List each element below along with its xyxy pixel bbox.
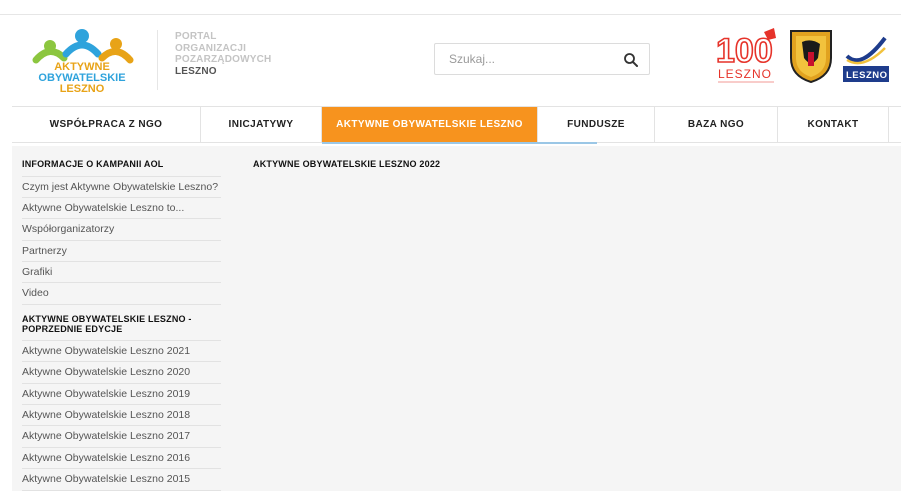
search-input[interactable] <box>449 50 609 68</box>
portal-line-4: LESZNO <box>175 65 217 77</box>
sidebar-item-edition[interactable]: Aktywne Obywatelskie Leszno 2015 <box>22 469 221 491</box>
svg-text:100: 100 <box>716 32 773 70</box>
page-title: AKTYWNE OBYWATELSKIE LESZNO 2022 <box>253 159 441 169</box>
portal-line-3: POZARZĄDOWYCH <box>175 54 272 65</box>
top-divider <box>0 14 901 15</box>
nav-item-kontakt[interactable]: KONTAKT <box>778 107 889 142</box>
sidebar-item-edition[interactable]: Aktywne Obywatelskie Leszno 2018 <box>22 405 221 427</box>
sidebar-item-edition[interactable]: Aktywne Obywatelskie Leszno 2020 <box>22 362 221 384</box>
nav-item-fundusze[interactable]: FUNDUSZE <box>538 107 655 142</box>
sidebar-item-edition[interactable]: Aktywne Obywatelskie Leszno 2019 <box>22 384 221 406</box>
header-divider <box>157 30 158 90</box>
nav-item-baza-ngo[interactable]: BAZA NGO <box>655 107 778 142</box>
leszno-region-logo-icon[interactable]: LESZNO <box>843 30 889 86</box>
sidebar: INFORMACJE O KAMPANII AOL Czym jest Akty… <box>22 155 221 491</box>
sidebar-item[interactable]: Aktywne Obywatelskie Leszno to... <box>22 198 221 220</box>
nav-item-inicjatywy[interactable]: INICJATYWY <box>201 107 322 142</box>
city-crest-icon[interactable] <box>788 28 834 84</box>
leszno-100-logo-icon[interactable]: 100 LESZNO <box>712 26 782 86</box>
sidebar-section-title-line-2: POPRZEDNIE EDYCJE <box>22 324 123 335</box>
sidebar-item[interactable]: Partnerzy <box>22 241 221 263</box>
sidebar-item[interactable]: Współorganizatorzy <box>22 219 221 241</box>
sidebar-item[interactable]: Video <box>22 283 221 305</box>
sidebar-item-edition[interactable]: Aktywne Obywatelskie Leszno 2017 <box>22 426 221 448</box>
sidebar-item[interactable]: Czym jest Aktywne Obywatelskie Leszno? <box>22 177 221 198</box>
search-box <box>434 43 650 75</box>
sidebar-section-title: INFORMACJE O KAMPANII AOL <box>22 155 221 177</box>
nav-item-wspolpraca[interactable]: WSPÓŁPRACA Z NGO <box>12 107 201 142</box>
portal-line-1: PORTAL <box>175 31 217 42</box>
main-navigation: WSPÓŁPRACA Z NGO INICJATYWY AKTYWNE OBYW… <box>12 106 901 143</box>
logo100-label: LESZNO <box>718 67 772 81</box>
sidebar-section-title-editions: AKTYWNE OBYWATELSKIE LESZNO - POPRZEDNIE… <box>22 305 221 341</box>
sidebar-item-edition[interactable]: Aktywne Obywatelskie Leszno 2016 <box>22 448 221 470</box>
portal-title: PORTAL ORGANIZACJI POZARZĄDOWYCH LESZNO <box>175 31 271 77</box>
portal-line-2: ORGANIZACJI <box>175 42 247 54</box>
sidebar-item-edition[interactable]: Aktywne Obywatelskie Leszno 2021 <box>22 341 221 363</box>
nav-item-aktywne-obywatelskie-leszno[interactable]: AKTYWNE OBYWATELSKIE LESZNO <box>322 107 538 142</box>
sidebar-item[interactable]: Grafiki <box>22 262 221 284</box>
search-icon[interactable] <box>623 52 639 68</box>
logo-text: AKTYWNE OBYWATELSKIE LESZNO <box>30 62 134 95</box>
nav-active-underline <box>322 142 597 144</box>
leszno3-label: LESZNO <box>846 70 888 81</box>
sidebar-section-title-line-1: AKTYWNE OBYWATELSKIE LESZNO - <box>22 313 192 324</box>
logo-line-3: LESZNO <box>59 83 105 95</box>
